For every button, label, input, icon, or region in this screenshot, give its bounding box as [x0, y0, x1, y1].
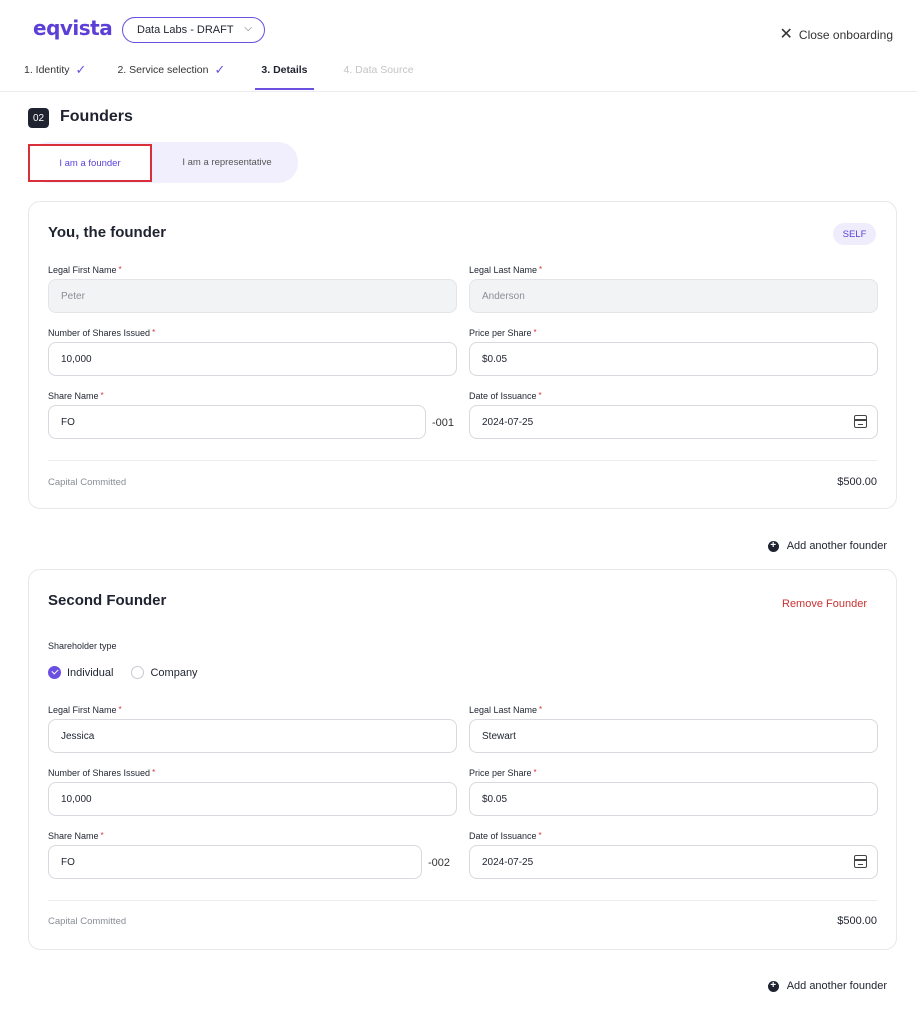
share-name-label: Share Name *	[48, 831, 104, 841]
founder-card-self: You, the founder SELF Legal First Name * …	[28, 201, 897, 509]
price-field[interactable]: $0.05	[469, 782, 878, 816]
shares-field[interactable]: 10,000	[48, 342, 457, 376]
onboarding-steps: 1. Identity ✓ 2. Service selection ✓ 3. …	[24, 62, 414, 92]
step-identity[interactable]: 1. Identity ✓	[24, 62, 87, 92]
close-icon: ✕	[779, 26, 793, 43]
first-name-field[interactable]: Jessica	[48, 719, 457, 753]
step-label: 3. Details	[261, 64, 308, 76]
add-founder-button[interactable]: + Add another founder	[767, 540, 887, 552]
close-onboarding-button[interactable]: ✕ Close onboarding	[779, 26, 893, 43]
shares-label: Number of Shares Issued *	[48, 768, 156, 778]
check-icon: ✓	[75, 62, 87, 77]
radio-company-label[interactable]: Company	[150, 667, 197, 679]
shares-label: Number of Shares Issued *	[48, 328, 156, 338]
capital-committed-value: $500.00	[837, 915, 877, 927]
date-value: 2024-07-25	[482, 856, 534, 868]
capital-committed-label: Capital Committed	[48, 477, 127, 488]
company-select-label: Data Labs - DRAFT	[137, 24, 234, 36]
price-label: Price per Share *	[469, 768, 537, 778]
self-badge: SELF	[833, 223, 876, 245]
divider	[48, 900, 877, 901]
divider	[48, 460, 877, 461]
capital-committed-value: $500.00	[837, 476, 877, 488]
remove-founder-button[interactable]: Remove Founder	[782, 598, 867, 610]
card-title: You, the founder	[48, 224, 167, 241]
plus-circle-icon: +	[767, 540, 779, 552]
last-name-label: Legal Last Name *	[469, 705, 543, 715]
step-service-selection[interactable]: 2. Service selection ✓	[117, 62, 226, 92]
section-number-badge: 02	[28, 108, 49, 128]
step-details[interactable]: 3. Details	[255, 64, 314, 92]
founder-card-second: Second Founder Remove Founder Shareholde…	[28, 569, 897, 950]
calendar-icon[interactable]	[854, 415, 867, 428]
date-field[interactable]: 2024-07-25	[469, 405, 878, 439]
date-field[interactable]: 2024-07-25	[469, 845, 878, 879]
share-suffix: -002	[428, 857, 451, 869]
step-label: 2. Service selection	[117, 64, 209, 76]
radio-company[interactable]	[131, 666, 145, 679]
card-title: Second Founder	[48, 592, 167, 609]
radio-individual[interactable]	[48, 666, 61, 679]
i-am-founder-tab[interactable]: I am a founder	[28, 144, 152, 182]
add-founder-button[interactable]: + Add another founder	[767, 980, 887, 992]
shares-field[interactable]: 10,000	[48, 782, 457, 816]
share-name-field[interactable]: FO	[48, 845, 422, 879]
date-label: Date of Issuance *	[469, 391, 542, 401]
role-toggle: I am a founder I am a representative	[28, 142, 298, 183]
step-data-source: 4. Data Source	[344, 64, 414, 92]
last-name-field[interactable]: Anderson	[469, 279, 878, 313]
close-onboarding-label: Close onboarding	[798, 28, 893, 42]
capital-committed-label: Capital Committed	[48, 916, 127, 927]
step-label: 4. Data Source	[343, 64, 414, 76]
first-name-field[interactable]: Peter	[48, 279, 457, 313]
date-value: 2024-07-25	[482, 416, 534, 428]
plus-circle-icon: +	[767, 980, 779, 992]
share-name-field[interactable]: FO	[48, 405, 426, 439]
date-label: Date of Issuance *	[469, 831, 542, 841]
first-name-label: Legal First Name *	[48, 705, 122, 715]
calendar-icon[interactable]	[854, 855, 867, 868]
share-name-label: Share Name *	[48, 391, 104, 401]
share-suffix: -001	[432, 417, 455, 429]
add-founder-label: Add another founder	[786, 980, 887, 992]
first-name-label: Legal First Name *	[48, 265, 122, 275]
i-am-representative-tab[interactable]: I am a representative	[166, 142, 288, 183]
company-select[interactable]: Data Labs - DRAFT ⌵	[122, 17, 265, 43]
chevron-down-icon: ⌵	[244, 23, 252, 34]
last-name-label: Legal Last Name *	[469, 265, 543, 275]
shareholder-type-label: Shareholder type	[48, 641, 117, 651]
add-founder-label: Add another founder	[786, 540, 887, 552]
price-label: Price per Share *	[469, 328, 537, 338]
check-icon: ✓	[214, 62, 226, 77]
price-field[interactable]: $0.05	[469, 342, 878, 376]
last-name-field[interactable]: Stewart	[469, 719, 878, 753]
radio-individual-label[interactable]: Individual	[67, 667, 113, 679]
shareholder-type-radio-group: Individual Company	[48, 666, 216, 679]
step-label: 1. Identity	[24, 64, 70, 76]
eqvista-logo: eqvista	[33, 16, 113, 40]
header-divider	[0, 91, 917, 92]
section-title: Founders	[60, 108, 133, 125]
